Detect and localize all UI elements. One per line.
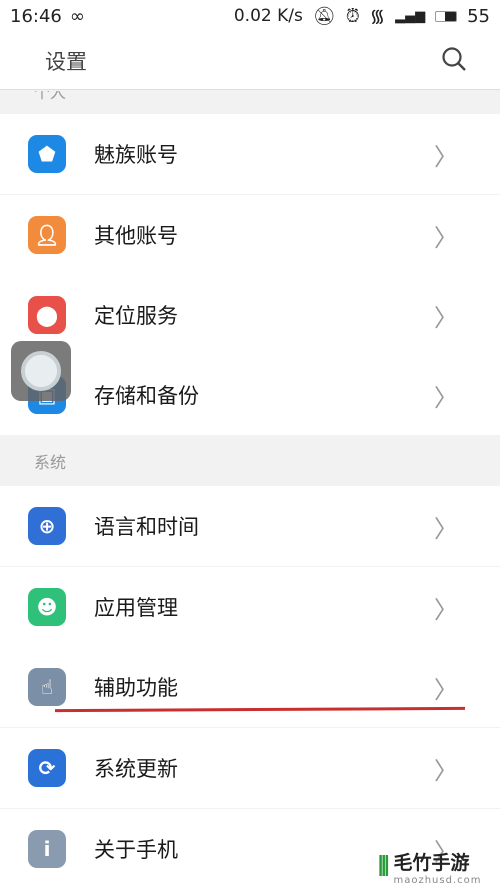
settings-item[interactable]: ☻ 应用管理 〉 xyxy=(0,567,500,647)
settings-item[interactable]: 👤︎ 其他账号 〉 xyxy=(0,195,500,275)
location-pin-icon: ⬤ xyxy=(28,296,66,334)
status-bar: 16:46 ∞ 0.02 K/s 🔕︎ ⏰︎ ᯾ ▂▄▆ 55 xyxy=(0,0,500,32)
battery-level: 55 xyxy=(467,5,490,27)
section-header-system: 系统 xyxy=(0,435,500,486)
alarm-icon: ⏰︎ xyxy=(345,5,360,27)
settings-item-label: 存储和备份 xyxy=(94,384,199,408)
hand-icon: ☝︎ xyxy=(28,668,66,706)
chevron-right-icon: 〉 xyxy=(434,383,458,412)
settings-item-label: 语言和时间 xyxy=(94,515,199,539)
chevron-right-icon: 〉 xyxy=(434,595,458,624)
settings-item-label: 其他账号 xyxy=(94,224,178,248)
refresh-icon: ⟳ xyxy=(28,749,66,787)
search-icon[interactable] xyxy=(441,46,467,76)
chevron-right-icon: 〉 xyxy=(434,514,458,543)
settings-item-label: 关于手机 xyxy=(94,838,178,862)
chevron-right-icon: 〉 xyxy=(434,223,458,252)
watermark-logo: ⦀ 毛竹手游 maozhusd.com xyxy=(378,851,482,887)
chevron-right-icon: 〉 xyxy=(434,756,458,785)
infinity-icon: ∞ xyxy=(69,5,85,27)
settings-item[interactable]: ▣ 存储和备份 〉 xyxy=(0,355,500,435)
chevron-right-icon: 〉 xyxy=(434,303,458,332)
settings-item[interactable]: ⬤ 定位服务 〉 xyxy=(0,275,500,355)
settings-item-label: 系统更新 xyxy=(94,757,178,781)
globe-icon: ⊕ xyxy=(28,507,66,545)
signal-icon: ▂▄▆ xyxy=(395,8,426,24)
bamboo-logo-icon: ⦀ xyxy=(378,851,390,882)
settings-item[interactable]: ⟳ 系统更新 〉 xyxy=(0,728,500,808)
chevron-right-icon: 〉 xyxy=(434,675,458,704)
settings-item[interactable]: ⊕ 语言和时间 〉 xyxy=(0,486,500,566)
section-header-personal: 个人 xyxy=(0,91,500,113)
person-icon: 👤︎ xyxy=(28,216,66,254)
shield-icon: ⬟ xyxy=(28,135,66,173)
android-icon: ☻ xyxy=(28,588,66,626)
settings-item[interactable]: ⬟ 魅族账号 〉 xyxy=(0,114,500,194)
info-icon: i xyxy=(28,830,66,868)
time: 16:46 xyxy=(10,5,62,27)
settings-item-label: 魅族账号 xyxy=(94,143,178,167)
mute-icon: 🔕︎ xyxy=(312,5,336,27)
settings-item-label: 定位服务 xyxy=(94,304,178,328)
settings-item-label: 辅助功能 xyxy=(94,676,178,700)
wifi-icon: ᯾ xyxy=(369,6,386,27)
battery-icon xyxy=(435,10,458,22)
floating-assistive-touch-button[interactable] xyxy=(11,341,71,401)
app-header: 设置 xyxy=(0,32,500,90)
page-title: 设置 xyxy=(45,49,87,74)
settings-item-label: 应用管理 xyxy=(94,596,178,620)
network-speed: 0.02 K/s xyxy=(233,6,303,26)
chevron-right-icon: 〉 xyxy=(434,142,458,171)
settings-item[interactable]: ☝︎ 辅助功能 〉 xyxy=(0,647,500,727)
